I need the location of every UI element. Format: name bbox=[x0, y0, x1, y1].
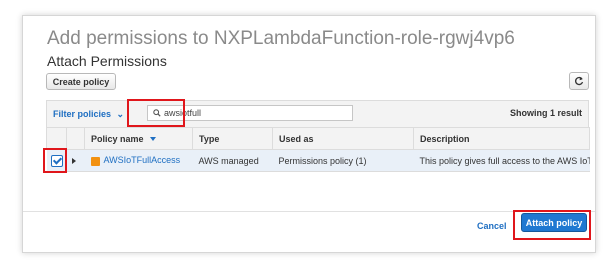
footer-divider bbox=[23, 211, 595, 212]
policy-name-link[interactable]: AWSIoTFullAccess bbox=[104, 155, 181, 165]
filter-label: Filter policies bbox=[53, 109, 112, 119]
column-header-description[interactable]: Description bbox=[413, 127, 590, 150]
expand-column-header bbox=[66, 127, 85, 150]
create-policy-button[interactable]: Create policy bbox=[46, 73, 116, 90]
used-as-cell: Permissions policy (1) bbox=[272, 149, 414, 172]
attach-highlight-box bbox=[513, 210, 591, 240]
aws-policy-icon bbox=[90, 156, 100, 166]
section-title: Attach Permissions bbox=[47, 53, 167, 69]
refresh-button[interactable] bbox=[569, 72, 589, 90]
select-column-header bbox=[46, 127, 67, 150]
checkbox-highlight-box bbox=[43, 148, 67, 173]
chevron-down-icon: ⌄ bbox=[116, 109, 125, 119]
policy-name-cell[interactable]: AWSIoTFullAccess bbox=[84, 149, 193, 172]
type-cell: AWS managed bbox=[192, 149, 273, 172]
refresh-icon bbox=[575, 76, 584, 86]
column-header-used-as[interactable]: Used as bbox=[272, 127, 414, 150]
column-header-policy-name[interactable]: Policy name bbox=[84, 127, 193, 150]
result-count: Showing 1 result bbox=[509, 108, 582, 118]
policies-table: Policy name Type Used as Description AWS… bbox=[46, 127, 590, 172]
cancel-button[interactable]: Cancel bbox=[477, 221, 507, 231]
dialog-title: Add permissions to NXPLambdaFunction-rol… bbox=[47, 28, 515, 49]
table-row[interactable]: AWSIoTFullAccess AWS managed Permissions… bbox=[46, 149, 590, 172]
filter-policies-dropdown[interactable]: Filter policies ⌄ bbox=[53, 109, 124, 120]
description-cell: This policy gives full access to the AWS… bbox=[413, 149, 590, 172]
table-header-row: Policy name Type Used as Description bbox=[46, 127, 590, 150]
dialog: Add permissions to NXPLambdaFunction-rol… bbox=[22, 15, 596, 253]
sort-desc-icon bbox=[149, 137, 156, 142]
search-highlight-box bbox=[127, 99, 185, 127]
expand-row-icon[interactable] bbox=[71, 158, 76, 165]
column-header-type[interactable]: Type bbox=[192, 127, 273, 150]
